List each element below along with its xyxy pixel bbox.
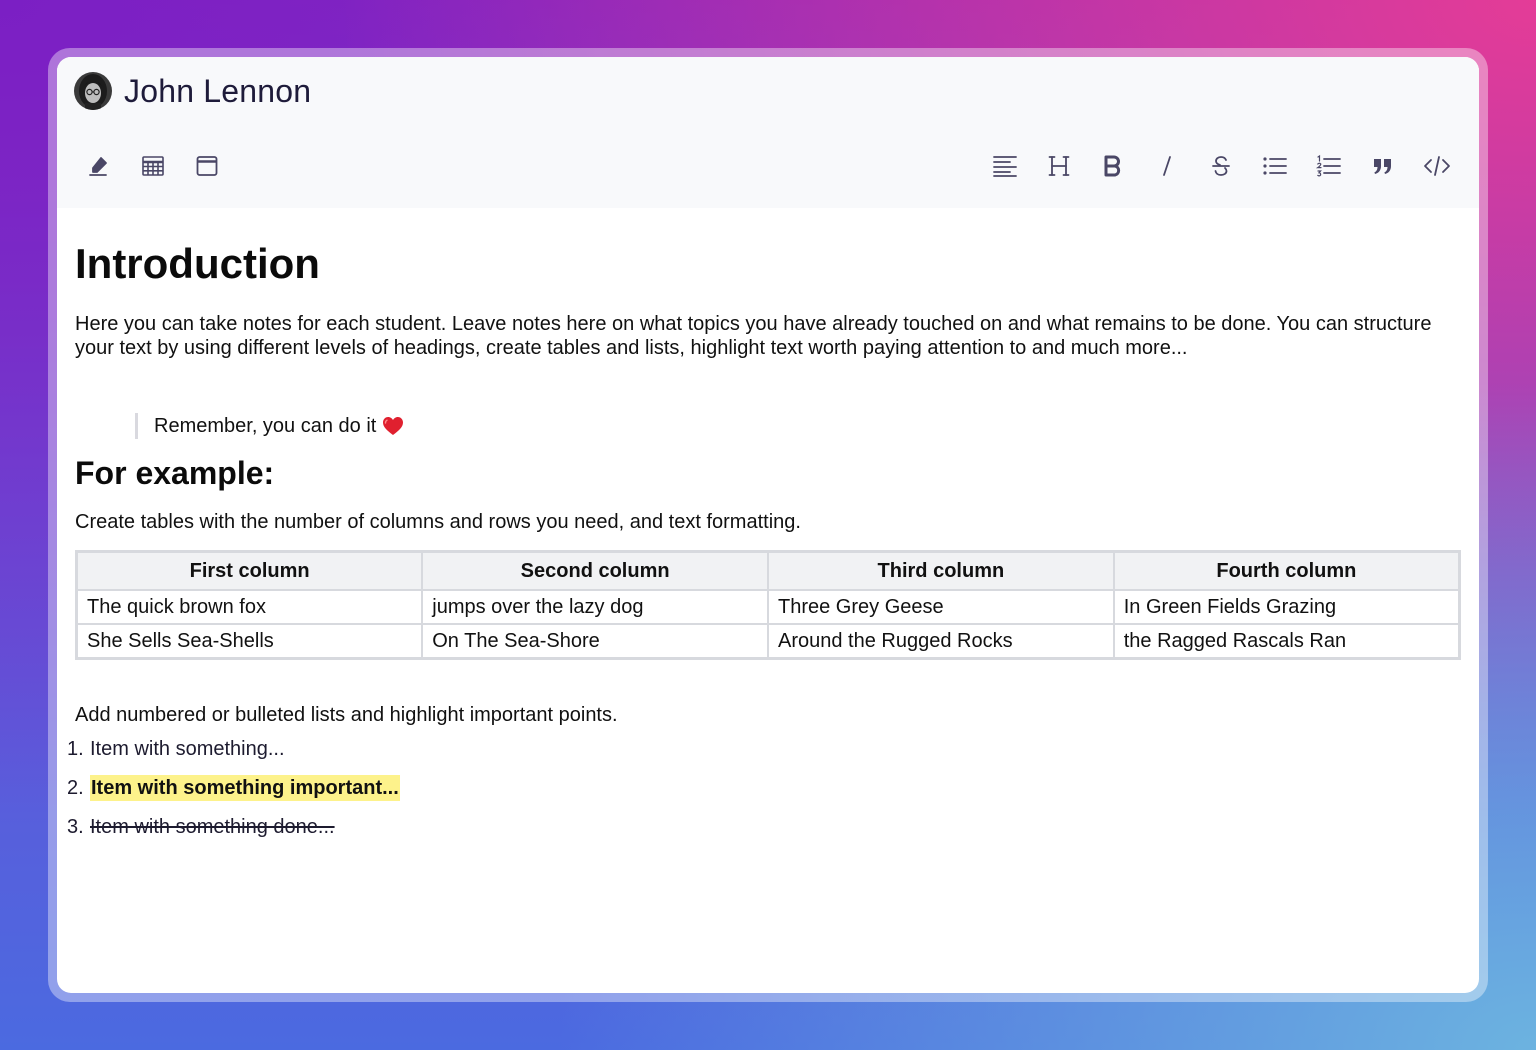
table-cell[interactable]: Around the Rugged Rocks (767, 623, 1115, 660)
bullet-list-icon (1262, 154, 1288, 178)
table-header-cell[interactable]: Fourth column (1112, 550, 1461, 591)
table-cell[interactable]: the Ragged Rascals Ran (1112, 623, 1461, 660)
insert-block-button[interactable] (189, 149, 225, 183)
list-item: 3. Item with something done... (67, 814, 400, 840)
table-cell[interactable]: She Sells Sea-Shells (75, 623, 424, 660)
italic-icon (1157, 154, 1177, 178)
table-header-cell[interactable]: Second column (421, 550, 769, 591)
code-icon (1423, 154, 1451, 178)
note-editor: John Lennon Introduction Here you can ta… (57, 57, 1479, 993)
example-table[interactable]: First column Second column Third column … (75, 550, 1461, 660)
highlighter-icon (86, 154, 110, 178)
bold-button[interactable] (1095, 149, 1131, 183)
paragraph-button[interactable] (987, 149, 1023, 183)
table-row: The quick brown fox jumps over the lazy … (75, 589, 1461, 625)
avatar (74, 72, 112, 110)
numbered-list-button[interactable] (1311, 149, 1347, 183)
highlighter-button[interactable] (80, 149, 116, 183)
intro-paragraph: Here you can take notes for each student… (75, 313, 1432, 359)
blockquote-icon (1371, 154, 1395, 178)
table-header-cell[interactable]: Third column (767, 550, 1115, 591)
heart-icon (382, 416, 404, 436)
heading-button[interactable] (1041, 149, 1077, 183)
highlighted-text: Item with something important... (90, 775, 400, 801)
strikethrough-button[interactable] (1203, 149, 1239, 183)
numbered-list: 1. Item with something... 2. Item with s… (67, 736, 400, 853)
quote-text: Remember, you can do it (154, 415, 377, 437)
list-item-number: 1. (67, 738, 84, 760)
list-item: 1. Item with something... (67, 736, 400, 762)
section-heading: For example: (75, 455, 275, 491)
strikethrough-text: Item with something done... (90, 816, 335, 838)
paragraph-icon (992, 154, 1018, 178)
table-cell[interactable]: Three Grey Geese (767, 589, 1115, 625)
window-icon (195, 154, 219, 178)
italic-button[interactable] (1149, 149, 1185, 183)
table-icon (141, 154, 165, 178)
table-cell[interactable]: The quick brown fox (75, 589, 424, 625)
strikethrough-icon (1210, 154, 1232, 178)
list-item-text: Item with something... (90, 738, 285, 760)
insert-table-button[interactable] (135, 149, 171, 183)
list-intro-text: Add numbered or bulleted lists and highl… (75, 704, 618, 726)
blockquote: Remember, you can do it (135, 413, 404, 439)
table-header-cell[interactable]: First column (75, 550, 424, 591)
blockquote-button[interactable] (1365, 149, 1401, 183)
code-button[interactable] (1419, 149, 1455, 183)
list-item-number: 3. (67, 816, 84, 838)
list-item: 2. Item with something important... (67, 775, 400, 801)
table-row: She Sells Sea-Shells On The Sea-Shore Ar… (75, 623, 1461, 660)
table-cell[interactable]: jumps over the lazy dog (421, 589, 769, 625)
list-item-number: 2. (67, 777, 84, 799)
doc-title: Introduction (75, 240, 320, 287)
bullet-list-button[interactable] (1257, 149, 1293, 183)
table-cell[interactable]: On The Sea-Shore (421, 623, 769, 660)
table-header-row: First column Second column Third column … (75, 550, 1461, 591)
numbered-list-icon (1316, 154, 1342, 178)
user-name: John Lennon (124, 73, 312, 109)
heading-icon (1048, 154, 1070, 178)
editor-header: John Lennon (57, 57, 1479, 208)
bold-icon (1102, 154, 1124, 178)
table-intro-text: Create tables with the number of columns… (75, 511, 801, 533)
table-cell[interactable]: In Green Fields Grazing (1112, 589, 1461, 625)
